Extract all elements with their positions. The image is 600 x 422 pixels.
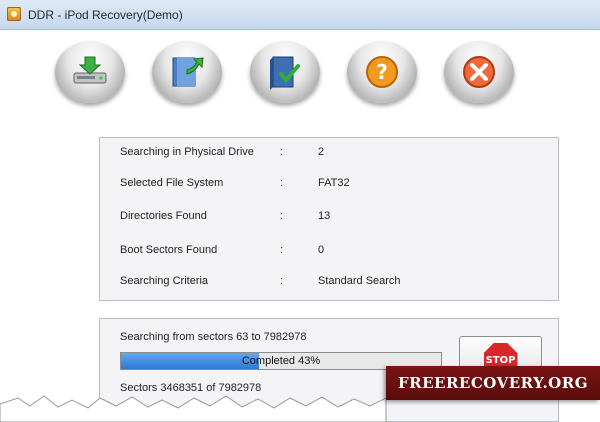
info-separator: :: [280, 275, 284, 287]
info-value: 13: [318, 210, 331, 222]
info-value: 0: [318, 244, 325, 256]
folder-arrow-icon: [165, 53, 209, 91]
info-label: Directories Found: [120, 210, 207, 222]
drive-recovery-button[interactable]: [55, 41, 125, 103]
info-label: Selected File System: [120, 177, 224, 189]
info-value: Standard Search: [318, 275, 401, 287]
svg-text:?: ?: [376, 60, 388, 84]
help-icon: ?: [360, 53, 404, 91]
exit-button[interactable]: [444, 41, 514, 103]
info-value: FAT32: [318, 177, 350, 189]
info-value: 2: [318, 146, 325, 158]
drive-download-icon: [68, 53, 112, 91]
toolbar: ?: [0, 31, 600, 117]
info-separator: :: [280, 146, 284, 158]
open-folder-button[interactable]: [152, 41, 222, 103]
stop-label: STOP: [485, 354, 516, 366]
sector-range-text: Searching from sectors 63 to 7982978: [120, 331, 307, 343]
info-separator: :: [280, 177, 284, 189]
watermark-banner: FREERECOVERY.ORG: [386, 366, 600, 400]
app-window: DDR - iPod Recovery(Demo) ? Searching in…: [0, 0, 600, 422]
save-check-button[interactable]: [250, 41, 320, 103]
info-label: Searching Criteria: [120, 275, 209, 287]
book-check-icon: [263, 53, 307, 91]
title-bar[interactable]: DDR - iPod Recovery(Demo): [0, 0, 600, 30]
info-label: Boot Sectors Found: [120, 244, 218, 256]
app-icon: [7, 7, 21, 21]
info-separator: :: [280, 210, 284, 222]
help-button[interactable]: ?: [347, 41, 417, 103]
window-title: DDR - iPod Recovery(Demo): [28, 8, 183, 22]
close-icon: [457, 53, 501, 91]
info-separator: :: [280, 244, 284, 256]
info-label: Searching in Physical Drive: [120, 146, 254, 158]
scan-info-panel: Searching in Physical Drive : 2 Selected…: [99, 137, 559, 301]
